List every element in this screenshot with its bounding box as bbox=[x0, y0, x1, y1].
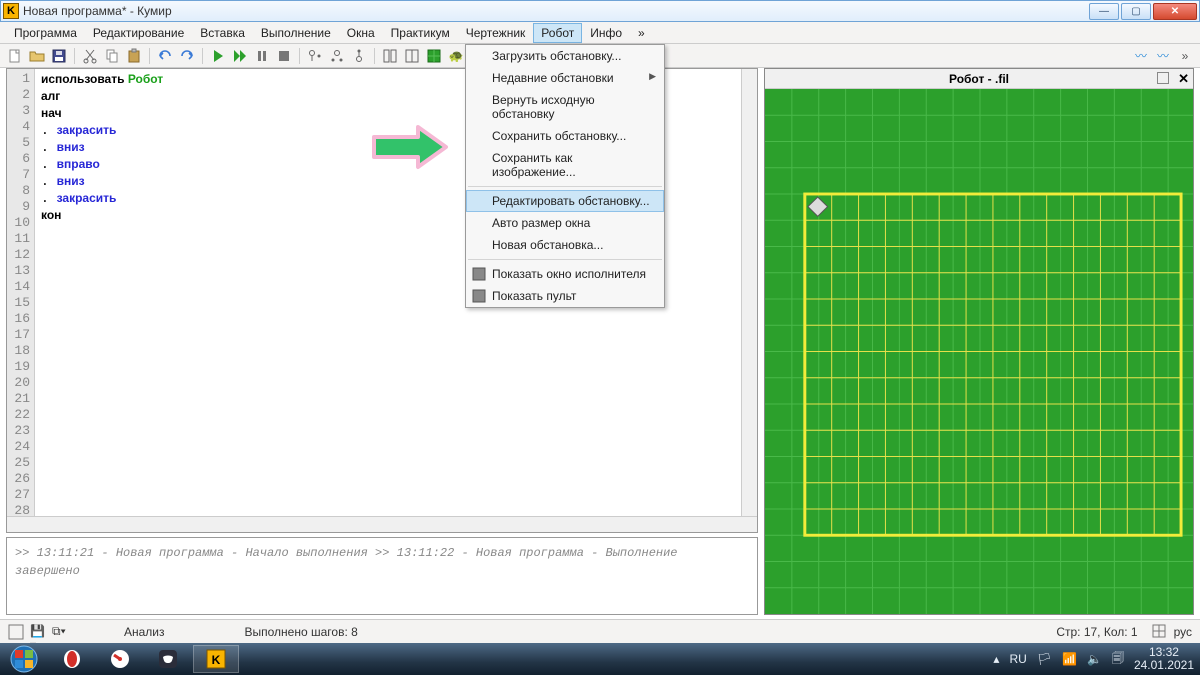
status-save-icon[interactable]: 💾▾ bbox=[30, 624, 46, 640]
status-cursor-position: Стр: 17, Кол: 1 bbox=[1056, 625, 1137, 639]
remote-icon bbox=[472, 289, 486, 303]
robot-menu-dropdown: Загрузить обстановку...Недавние обстанов… bbox=[465, 44, 665, 308]
menu-separator bbox=[468, 259, 662, 260]
output-console[interactable]: >> 13:11:21 - Новая программа - Начало в… bbox=[6, 537, 758, 615]
turtle-icon[interactable]: 🐢 bbox=[447, 47, 465, 65]
taskbar-app-discord[interactable] bbox=[145, 645, 191, 673]
menuitem[interactable]: Вернуть исходную обстановку bbox=[466, 89, 664, 125]
minimize-button[interactable]: — bbox=[1089, 3, 1119, 20]
tray-flag-icon[interactable]: 🏳 bbox=[1037, 652, 1052, 666]
svg-text:K: K bbox=[212, 653, 221, 667]
run-fast-icon[interactable] bbox=[231, 47, 249, 65]
tray-show-hidden-icon[interactable]: ▴ bbox=[993, 652, 999, 666]
annotation-arrow bbox=[368, 122, 452, 175]
status-analysis-label: Анализ bbox=[124, 625, 165, 639]
robot-panel-dock-icon[interactable] bbox=[1157, 72, 1169, 84]
step-out-icon[interactable] bbox=[350, 47, 368, 65]
copy-icon[interactable] bbox=[103, 47, 121, 65]
new-file-icon[interactable] bbox=[6, 47, 24, 65]
water-icon[interactable]: 〰 bbox=[1132, 47, 1150, 65]
statusbar: 💾▾ ⧉▾ Анализ Выполнено шагов: 8 Стр: 17,… bbox=[0, 619, 1200, 643]
menuitem[interactable]: Авто размер окна bbox=[466, 212, 664, 234]
paste-icon[interactable] bbox=[125, 47, 143, 65]
status-copy-icon[interactable]: ⧉▾ bbox=[52, 624, 68, 640]
tray-sound-icon[interactable]: 🔈 bbox=[1087, 652, 1102, 666]
tray-clock[interactable]: 13:3224.01.2021 bbox=[1134, 646, 1194, 672]
redo-icon[interactable] bbox=[178, 47, 196, 65]
layout1-icon[interactable] bbox=[381, 47, 399, 65]
menu-separator bbox=[468, 186, 662, 187]
robot-field[interactable] bbox=[765, 89, 1193, 614]
menuitem[interactable]: Редактировать обстановку... bbox=[466, 190, 664, 212]
os-taskbar: K ▴ RU 🏳 📶 🔈 🗐 13:3224.01.2021 bbox=[0, 643, 1200, 675]
status-language[interactable]: рус bbox=[1174, 625, 1192, 639]
menuitem[interactable]: Сохранить как изображение... bbox=[466, 147, 664, 183]
tray-network-icon[interactable]: 📶 bbox=[1062, 652, 1077, 666]
tray-keyboard-lang[interactable]: RU bbox=[1009, 652, 1026, 666]
editor-scrollbar[interactable] bbox=[741, 69, 757, 532]
stop-icon[interactable] bbox=[275, 47, 293, 65]
editor-hscrollbar[interactable] bbox=[7, 516, 757, 532]
undo-icon[interactable] bbox=[156, 47, 174, 65]
taskbar-app-kumir[interactable]: K bbox=[193, 645, 239, 673]
step-into-icon[interactable] bbox=[306, 47, 324, 65]
layout2-icon[interactable] bbox=[403, 47, 421, 65]
window-titlebar: K Новая программа* - Кумир — ▢ ✕ bbox=[0, 0, 1200, 22]
taskbar-app-opera[interactable] bbox=[49, 645, 95, 673]
window-title: Новая программа* - Кумир bbox=[23, 4, 1089, 18]
menu-чертежник[interactable]: Чертежник bbox=[458, 23, 534, 43]
save-icon[interactable] bbox=[50, 47, 68, 65]
water2-icon[interactable]: 〰 bbox=[1154, 47, 1172, 65]
window-icon bbox=[472, 267, 486, 281]
board-icon[interactable] bbox=[425, 47, 443, 65]
editor-gutter: 1 2 3 4 5 6 7 8 9 10 11 12 13 14 15 16 1… bbox=[7, 69, 35, 532]
close-button[interactable]: ✕ bbox=[1153, 3, 1197, 20]
menu-выполнение[interactable]: Выполнение bbox=[253, 23, 339, 43]
menu-инфо[interactable]: Инфо bbox=[582, 23, 630, 43]
menu-окна[interactable]: Окна bbox=[339, 23, 383, 43]
menu-программа[interactable]: Программа bbox=[6, 23, 85, 43]
menu-редактирование[interactable]: Редактирование bbox=[85, 23, 192, 43]
start-button[interactable] bbox=[0, 643, 48, 675]
menuitem[interactable]: Новая обстановка... bbox=[466, 234, 664, 256]
menu-»[interactable]: » bbox=[630, 23, 653, 43]
menu-практикум[interactable]: Практикум bbox=[383, 23, 458, 43]
open-file-icon[interactable] bbox=[28, 47, 46, 65]
status-steps: Выполнено шагов: 8 bbox=[245, 625, 358, 639]
status-tool-icon[interactable] bbox=[8, 624, 24, 640]
menuitem[interactable]: Недавние обстановки bbox=[466, 67, 664, 89]
cut-icon[interactable] bbox=[81, 47, 99, 65]
app-icon: K bbox=[3, 3, 19, 19]
status-grid-icon[interactable] bbox=[1152, 624, 1168, 640]
robot-panel: Робот - .fil ✕ bbox=[764, 68, 1194, 615]
step-over-icon[interactable] bbox=[328, 47, 346, 65]
run-icon[interactable] bbox=[209, 47, 227, 65]
menuitem[interactable]: Показать окно исполнителя bbox=[466, 263, 664, 285]
robot-panel-title: Робот - .fil bbox=[765, 72, 1193, 86]
menuitem[interactable]: Показать пульт bbox=[466, 285, 664, 307]
robot-panel-close-icon[interactable]: ✕ bbox=[1178, 71, 1189, 87]
menu-вставка[interactable]: Вставка bbox=[192, 23, 253, 43]
maximize-button[interactable]: ▢ bbox=[1121, 3, 1151, 20]
menubar: ПрограммаРедактированиеВставкаВыполнение… bbox=[0, 22, 1200, 44]
taskbar-app-gauge[interactable] bbox=[97, 645, 143, 673]
toolbar-overflow-icon[interactable]: » bbox=[1176, 47, 1194, 65]
menu-робот[interactable]: Робот bbox=[533, 23, 582, 43]
menuitem[interactable]: Сохранить обстановку... bbox=[466, 125, 664, 147]
tray-clipboard-icon[interactable]: 🗐 bbox=[1112, 649, 1124, 670]
menuitem[interactable]: Загрузить обстановку... bbox=[466, 45, 664, 67]
pause-icon[interactable] bbox=[253, 47, 271, 65]
